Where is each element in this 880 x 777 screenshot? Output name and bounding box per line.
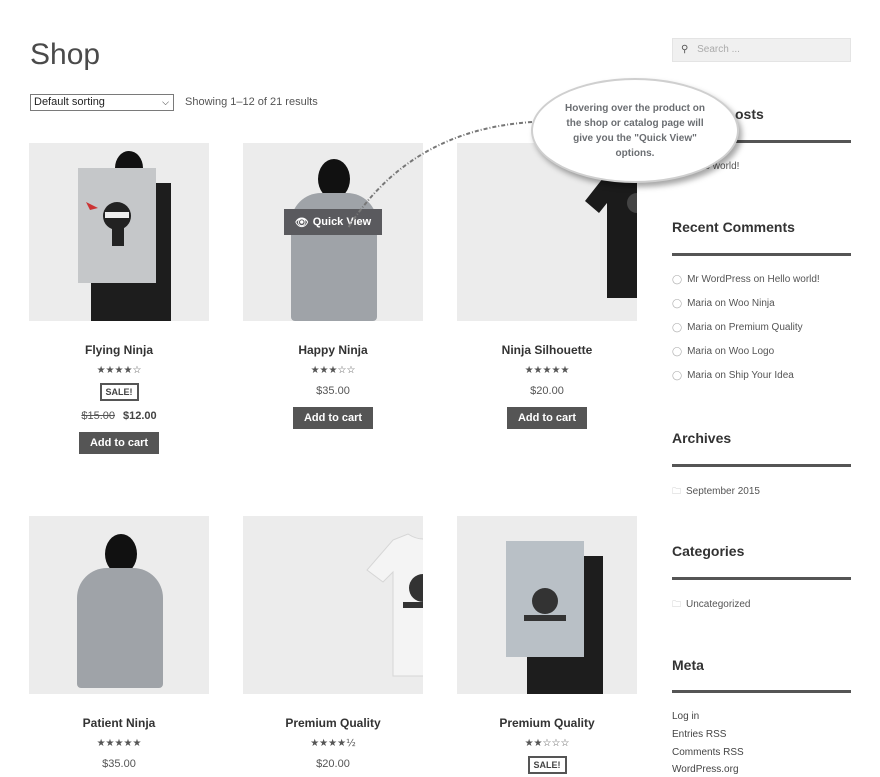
product-card: Flying Ninja ★★★★☆ SALE! $15.00 $12.00 Ad… [29,143,209,454]
page-title: Shop [30,38,101,71]
tshirt-icon [366,533,423,677]
rating-stars-icon: ★★★☆☆ [310,365,356,376]
widget-divider [672,464,851,467]
product-image[interactable] [29,143,209,321]
comment-icon: ◯ [672,298,683,308]
comment-icon: ◯ [672,370,683,380]
comment-item[interactable]: ◯ Maria on Ship Your Idea [672,370,794,381]
product-image[interactable] [457,516,637,694]
categories-title: Categories [672,543,745,559]
result-count: Showing 1–12 of 21 results [185,96,318,108]
price: $20.00 [316,758,350,770]
comment-item[interactable]: ◯ Mr WordPress on Hello world! [672,274,820,285]
product-title[interactable]: Premium Quality [243,716,423,730]
archive-text: September 2015 [686,486,760,497]
widget-divider [672,253,851,256]
archives-title: Archives [672,430,732,446]
meta-link-comments-rss[interactable]: Comments RSS [672,747,744,758]
product-card: Premium Quality ★★★★½ $20.00 [243,516,423,770]
product-title[interactable]: Happy Ninja [243,343,423,357]
price: $15.00 $12.00 [29,410,209,422]
search-icon: ⚲ [681,44,689,55]
product-image[interactable] [243,516,423,694]
eye-icon: 👁 [294,216,309,229]
ninja-poster-icon [86,202,131,246]
sale-badge: SALE! [527,756,567,774]
comment-item[interactable]: ◯ Maria on Woo Ninja [672,298,775,309]
price: $35.00 [102,758,136,770]
recent-posts-title: osts [735,106,764,122]
product-card: Patient Ninja ★★★★★ $35.00 [29,516,209,770]
product-title[interactable]: Ninja Silhouette [457,343,637,357]
add-to-cart-button[interactable]: Add to cart [292,407,374,429]
rating-stars-icon: ★★★★½ [310,738,356,749]
category-item[interactable]: 🗀 Uncategorized [672,597,751,613]
meta-title: Meta [672,657,704,673]
price: $20.00 [530,385,564,397]
comment-icon: ◯ [672,346,683,356]
sorting-select[interactable]: Default sorting ⌵ [30,94,174,111]
meta-link-wordpress[interactable]: WordPress.org [672,764,739,775]
recent-comments-title: Recent Comments [672,219,795,235]
comment-icon: ◯ [672,322,683,332]
search-placeholder: Search ... [697,44,740,55]
callout-bubble: Hovering over the product on the shop or… [531,78,739,183]
sale-price: $12.00 [123,410,157,422]
comment-text: Maria on Premium Quality [687,322,803,333]
price: $35.00 [316,385,350,397]
callout-text: Hovering over the product on the shop or… [564,102,705,159]
widget-divider [672,577,851,580]
product-title[interactable]: Patient Ninja [29,716,209,730]
comment-text: Maria on Woo Logo [687,346,775,357]
callout-pointer [347,121,533,229]
chevron-down-icon: ⌵ [162,97,169,107]
search-input[interactable]: ⚲ Search ... [672,38,851,62]
sale-badge: SALE! [99,383,139,401]
comment-text: Mr WordPress on Hello world! [687,274,820,285]
sorting-value: Default sorting [34,96,105,108]
comment-item[interactable]: ◯ Maria on Premium Quality [672,322,803,333]
widget-divider [672,690,851,693]
rating-stars-icon: ★★★★★ [524,365,570,376]
rating-stars-icon: ★★★★★ [96,738,142,749]
product-image[interactable] [29,516,209,694]
comment-text: Maria on Woo Ninja [687,298,775,309]
product-title[interactable]: Premium Quality [457,716,637,730]
comment-item[interactable]: ◯ Maria on Woo Logo [672,346,774,357]
rating-stars-icon: ★★☆☆☆ [524,738,570,749]
rating-stars-icon: ★★★★☆ [96,365,142,376]
add-to-cart-button[interactable]: Add to cart [506,407,588,429]
folder-icon: 🗀 [672,486,682,496]
meta-link-login[interactable]: Log in [672,711,699,722]
comment-icon: ◯ [672,274,683,284]
poster-logo-icon [524,588,566,621]
product-title[interactable]: Flying Ninja [29,343,209,357]
archive-item[interactable]: 🗀 September 2015 [672,484,760,500]
comment-text: Maria on Ship Your Idea [687,370,794,381]
product-card: Premium Quality ★★☆☆☆ SALE! [457,516,637,774]
meta-link-entries-rss[interactable]: Entries RSS [672,729,726,740]
add-to-cart-button[interactable]: Add to cart [78,432,160,454]
category-text: Uncategorized [686,599,751,610]
folder-icon: 🗀 [672,599,682,609]
old-price: $15.00 [81,410,115,422]
